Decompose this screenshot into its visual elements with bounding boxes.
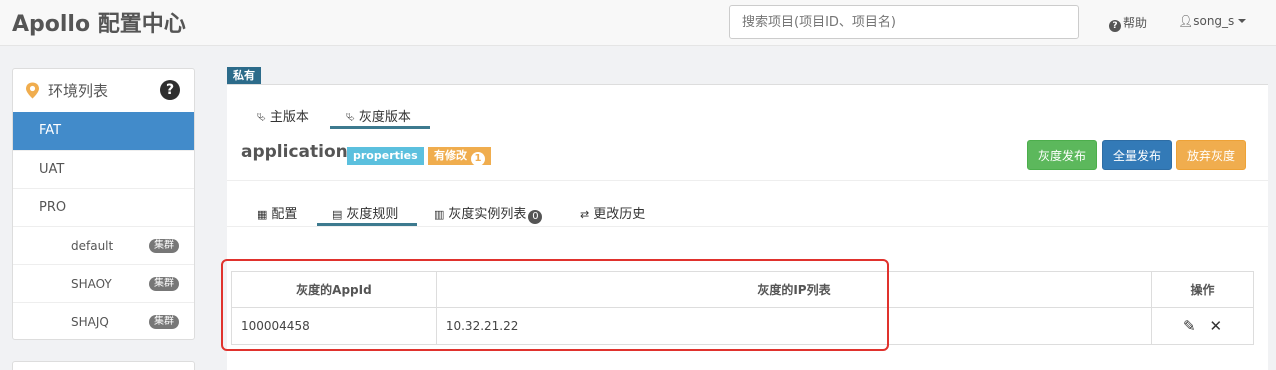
divider	[227, 226, 1268, 227]
cluster-badge: 集群	[149, 277, 179, 291]
caret-down-icon	[1238, 19, 1247, 23]
cell-actions: ✎ ✕	[1151, 307, 1254, 345]
tab-gray-version[interactable]: ⮱ 灰度版本	[346, 106, 411, 125]
list-alt-icon: ▤	[332, 208, 343, 221]
tab-label: 主版本	[269, 110, 309, 125]
env-list-title: 环境列表	[48, 82, 109, 100]
tab-label: 更改历史	[593, 207, 646, 222]
format-tag: properties	[347, 147, 424, 165]
th-list-icon: ▥	[434, 208, 445, 221]
top-navbar: Apollo 配置中心 ?帮助 👤︎song_s	[0, 0, 1276, 46]
modified-count: 1	[471, 152, 485, 166]
question-circle-icon: ?	[1109, 20, 1121, 32]
divider	[227, 180, 1268, 181]
question-circle-icon[interactable]: ?	[160, 80, 180, 100]
gray-release-button[interactable]: 灰度发布	[1027, 140, 1098, 170]
full-release-button[interactable]: 全量发布	[1102, 140, 1173, 170]
column-header-actions: 操作	[1151, 271, 1254, 308]
tab-label: 灰度实例列表	[448, 207, 527, 222]
cluster-label: SHAJQ	[71, 315, 109, 329]
user-menu[interactable]: 👤︎song_s	[1178, 14, 1247, 28]
private-label: 私有	[227, 67, 261, 84]
cell-ip-list: 10.32.21.22	[435, 307, 1153, 345]
modified-tag: 有修改 1	[428, 147, 491, 166]
tab-change-history[interactable]: ⇄ 更改历史	[580, 203, 645, 222]
active-tab-indicator	[330, 126, 430, 129]
sidebar-item-default[interactable]: default 集群	[13, 226, 194, 264]
app-brand[interactable]: Apollo 配置中心	[12, 6, 186, 38]
cluster-badge: 集群	[149, 315, 179, 329]
instance-count-badge: 0	[528, 210, 543, 224]
tab-label: 灰度版本	[358, 110, 411, 125]
namespace-title: application	[241, 142, 348, 162]
tab-gray-rules[interactable]: ▤ 灰度规则	[332, 203, 398, 222]
tab-label: 配置	[271, 207, 298, 222]
table-icon: ▦	[257, 208, 268, 221]
branch-icon: ⮱	[346, 111, 355, 124]
env-label: UAT	[39, 162, 65, 177]
map-marker-icon	[26, 82, 39, 99]
sidebar-item-pro[interactable]: PRO	[13, 188, 194, 226]
column-header-appid: 灰度的AppId	[231, 271, 437, 308]
sidebar-item-shaoy[interactable]: SHAOY 集群	[13, 264, 194, 302]
branch-icon: ⮱	[257, 111, 266, 124]
sidebar-item-uat[interactable]: UAT	[13, 150, 194, 188]
cluster-label: default	[71, 239, 114, 253]
tab-config[interactable]: ▦ 配置	[257, 203, 297, 222]
cell-appid: 100004458	[231, 307, 437, 345]
table-row: 100004458 10.32.21.22 ✎ ✕	[231, 307, 1254, 345]
tab-label: 灰度规则	[346, 207, 399, 222]
gray-rules-table: 灰度的AppId 灰度的IP列表 操作 100004458 10.32.21.2…	[231, 271, 1254, 345]
column-header-ip-list: 灰度的IP列表	[435, 271, 1153, 308]
user-name: song_s	[1193, 14, 1235, 28]
sidebar-item-fat[interactable]: FAT	[13, 112, 194, 150]
search-input[interactable]	[729, 5, 1079, 39]
help-label: 帮助	[1123, 16, 1148, 30]
transfer-icon: ⇄	[580, 208, 590, 221]
env-sidebar: 环境列表 ? FAT UAT PRO default 集群 SHAOY 集群 SHA…	[12, 68, 195, 340]
abandon-gray-button[interactable]: 放弃灰度	[1176, 140, 1247, 170]
table-header-row: 灰度的AppId 灰度的IP列表 操作	[231, 271, 1254, 308]
modified-label: 有修改	[434, 149, 467, 162]
env-label: FAT	[39, 123, 62, 138]
tab-gray-instances[interactable]: ▥ 灰度实例列表 0	[434, 203, 543, 224]
cluster-label: SHAOY	[71, 277, 112, 291]
user-icon: 👤︎	[1178, 14, 1194, 28]
tab-main-version[interactable]: ⮱ 主版本	[257, 106, 309, 125]
edit-icon[interactable]: ✎	[1183, 317, 1196, 335]
cluster-badge: 集群	[149, 239, 179, 253]
close-icon[interactable]: ✕	[1209, 317, 1222, 335]
sidebar-panel-2	[12, 361, 195, 370]
env-label: PRO	[39, 200, 67, 215]
sidebar-item-shajq[interactable]: SHAJQ 集群	[13, 302, 194, 339]
help-link[interactable]: ? 帮助	[1109, 14, 1147, 32]
